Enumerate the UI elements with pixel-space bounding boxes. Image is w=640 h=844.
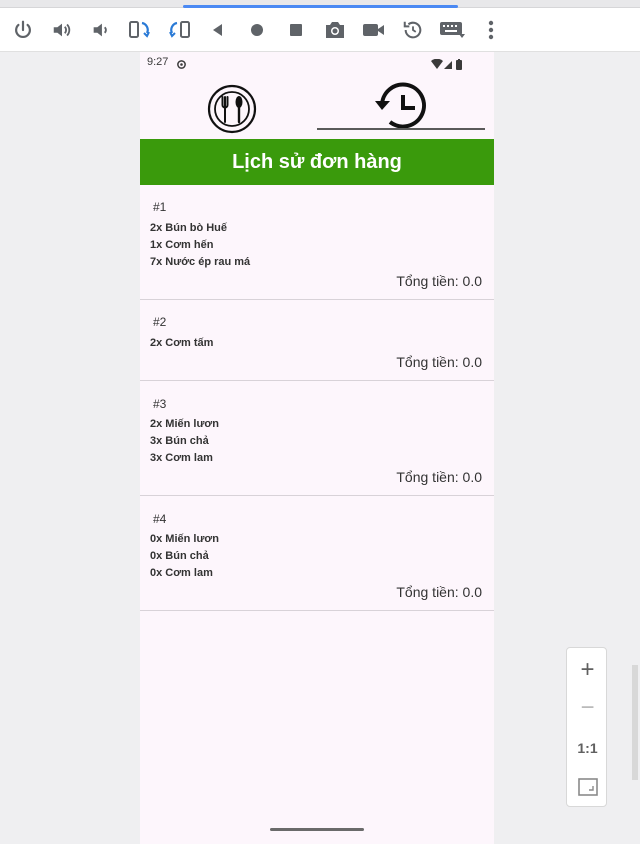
order-item: 0x Miến lươn <box>150 533 219 545</box>
page-title: Lịch sử đơn hàng <box>232 150 402 173</box>
order-items: 2x Cơm tấm <box>150 335 213 352</box>
overview-icon[interactable] <box>283 17 309 43</box>
order-id: #3 <box>153 397 167 411</box>
more-icon[interactable] <box>478 17 504 43</box>
volume-down-icon[interactable] <box>88 17 114 43</box>
screenrecord-icon[interactable] <box>361 17 387 43</box>
emulator-toolbar <box>0 0 640 52</box>
order-item: 3x Bún chả <box>150 435 209 447</box>
order-item: 2x Cơm tấm <box>150 337 214 349</box>
order-total: Tổng tiền: 0.0 <box>396 354 482 370</box>
order-item: 1x Cơm hến <box>150 239 214 251</box>
order-id: #4 <box>153 512 167 526</box>
fit-screen-icon <box>577 778 598 796</box>
order-item: 0x Cơm lam <box>150 567 213 579</box>
zoom-fit-button[interactable] <box>567 769 608 805</box>
zoom-panel: + − 1:1 <box>566 647 607 807</box>
order-list: #1 2x Bún bò Huế 1x Cơm hến 7x Nước ép r… <box>140 185 494 611</box>
home-icon[interactable] <box>244 17 270 43</box>
volume-up-icon[interactable] <box>49 17 75 43</box>
selected-tab-indicator <box>317 128 485 130</box>
zoom-in-button[interactable]: + <box>567 652 608 688</box>
active-tab-indicator <box>183 5 458 8</box>
order-total: Tổng tiền: 0.0 <box>396 584 482 600</box>
rotate-right-icon[interactable] <box>166 17 192 43</box>
order-id: #2 <box>153 315 167 329</box>
order-items: 2x Bún bò Huế 1x Cơm hến 7x Nước ép rau … <box>150 220 250 271</box>
zoom-out-button[interactable]: − <box>567 690 608 726</box>
order-id: #1 <box>153 200 167 214</box>
rotate-left-icon[interactable] <box>127 17 153 43</box>
history-icon <box>375 82 426 129</box>
order-card[interactable]: #3 2x Miến lươn 3x Bún chả 3x Cơm lam Tổ… <box>140 381 494 496</box>
wifi-signal-battery-icon <box>431 58 462 70</box>
order-item: 0x Bún chả <box>150 550 209 562</box>
tab-history[interactable] <box>372 82 430 134</box>
home-gesture-bar[interactable] <box>270 828 364 831</box>
zoom-reset-button[interactable]: 1:1 <box>567 730 608 766</box>
restaurant-icon <box>207 84 257 134</box>
order-total: Tổng tiền: 0.0 <box>396 273 482 289</box>
screenshot-icon[interactable] <box>322 17 348 43</box>
scrollbar[interactable] <box>632 665 638 780</box>
settings-gear-icon <box>176 57 187 75</box>
order-items: 2x Miến lươn 3x Bún chả 3x Cơm lam <box>150 416 219 467</box>
order-total: Tổng tiền: 0.0 <box>396 469 482 485</box>
order-card[interactable]: #1 2x Bún bò Huế 1x Cơm hến 7x Nước ép r… <box>140 185 494 300</box>
order-items: 0x Miến lươn 0x Bún chả 0x Cơm lam <box>150 531 219 582</box>
title-bar: Lịch sử đơn hàng <box>140 139 494 185</box>
status-time: 9:27 <box>147 56 169 68</box>
snapshot-icon[interactable] <box>400 17 426 43</box>
power-icon[interactable] <box>10 17 36 43</box>
order-item: 2x Bún bò Huế <box>150 222 228 234</box>
status-bar: 9:27 <box>140 52 494 74</box>
back-icon[interactable] <box>205 17 231 43</box>
order-item: 2x Miến lươn <box>150 418 219 430</box>
status-icons <box>430 57 470 75</box>
tab-bar <box>140 76 494 136</box>
order-card[interactable]: #2 2x Cơm tấm Tổng tiền: 0.0 <box>140 300 494 381</box>
window-top-strip <box>0 0 640 8</box>
order-card[interactable]: #4 0x Miến lươn 0x Bún chả 0x Cơm lam Tổ… <box>140 496 494 611</box>
keyboard-icon[interactable] <box>439 17 465 43</box>
device-screen: 9:27 Lịch sử đơn hàng #1 2x Bún bò Huế 1… <box>140 52 494 844</box>
tab-menu[interactable] <box>207 84 257 134</box>
order-item: 3x Cơm lam <box>150 452 213 464</box>
order-item: 7x Nước ép rau má <box>150 256 251 268</box>
